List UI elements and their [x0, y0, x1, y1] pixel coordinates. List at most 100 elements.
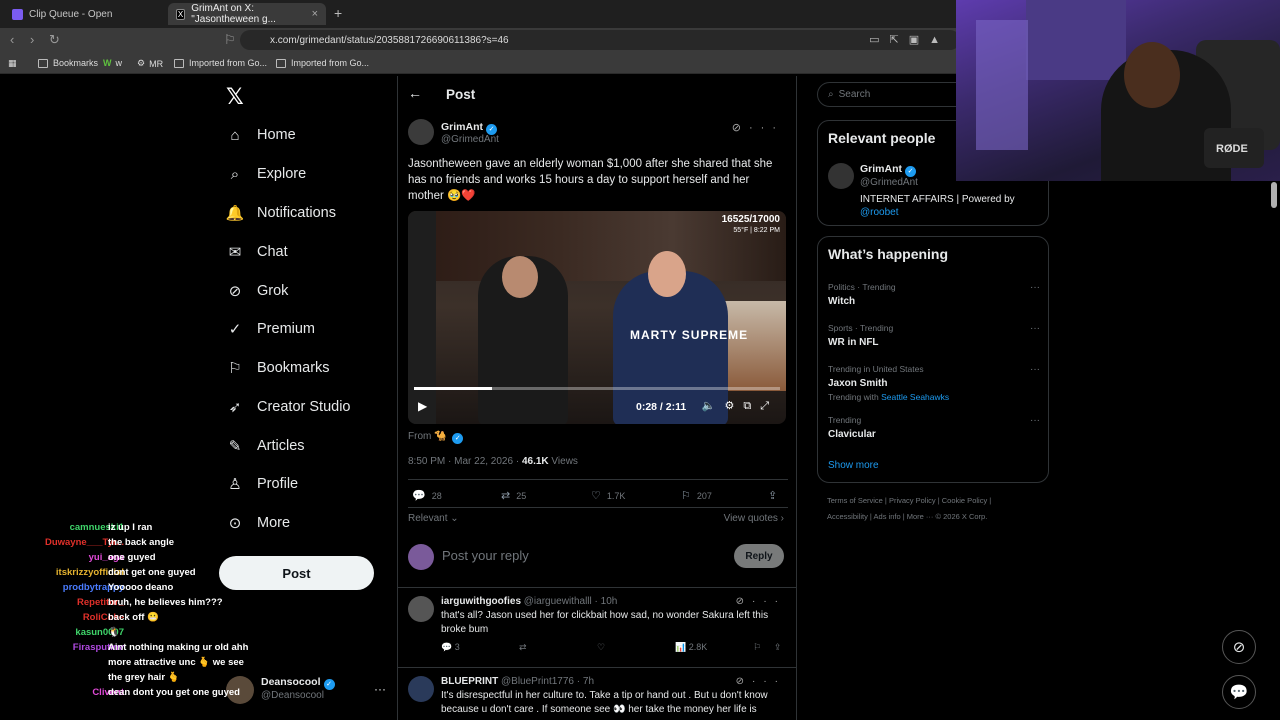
footer-links[interactable]: Terms of Service | Privacy Policy | Cook…: [827, 493, 1057, 509]
more-options-icon[interactable]: ···: [1030, 282, 1040, 293]
back-arrow-icon[interactable]: ‹: [10, 32, 14, 47]
clip-queue-favicon-icon: [12, 8, 23, 20]
more-options-icon[interactable]: ···: [374, 682, 386, 696]
person-name[interactable]: GrimAnt ✓: [860, 163, 916, 177]
trend-item[interactable]: Trending in United States Jaxon Smith Tren…: [828, 364, 1040, 402]
chat-text: dont get one guyed: [108, 567, 196, 578]
post-header: ← Post: [398, 76, 796, 112]
rocket-icon: ➶: [228, 399, 242, 416]
like-stat[interactable]: ♡ 1.7K: [591, 489, 625, 502]
share-icon[interactable]: ⇪: [774, 642, 782, 653]
avatar[interactable]: [828, 163, 854, 189]
reply-text: It's disrespectful in her culture to. Ta…: [441, 690, 768, 715]
reply-actions-icons[interactable]: ⊘···: [736, 676, 786, 687]
reply-item[interactable]: iarguwithgoofies @iarguewithalll · 10h ⊘…: [398, 588, 796, 668]
trend-item[interactable]: Politics · Trending Witch ···: [828, 282, 1040, 307]
bookmark-item[interactable]: ⚙ MR: [137, 58, 163, 69]
bookmark-folder[interactable]: Imported from Go...: [174, 58, 267, 68]
bio-link[interactable]: @roobet: [860, 207, 899, 218]
chat-message: RoliCoke back off 😬: [0, 612, 260, 626]
sort-replies-dropdown[interactable]: Relevant ⌄: [408, 513, 459, 524]
bookmark-folder[interactable]: Imported from Go...: [276, 58, 369, 68]
bookmark-page-icon[interactable]: ⚐: [224, 32, 236, 48]
trend-with-link[interactable]: Seattle Seahawks: [881, 392, 949, 402]
chat-fab-icon[interactable]: 💬: [1222, 675, 1256, 709]
trend-item[interactable]: Trending Clavicular ···: [828, 415, 1040, 440]
chat-message: Clivent dean dont you get one guyed: [0, 687, 260, 701]
reply-input[interactable]: Post your reply: [442, 548, 529, 563]
chat-text: Aint nothing making ur old ahh: [108, 642, 249, 653]
avatar[interactable]: [408, 596, 434, 622]
nav-item-grok[interactable]: ⊘ Grok: [226, 279, 289, 303]
account-name: Deansocool ✓: [261, 676, 335, 690]
grok-fab-icon[interactable]: ⊘: [1222, 630, 1256, 664]
reply-author[interactable]: iarguwithgoofies @iarguewithalll · 10h: [441, 596, 617, 607]
video-player[interactable]: MARTY SUPREME 16525/17000 55°F | 8:22 PM…: [408, 211, 786, 424]
nav-item-articles[interactable]: ✎ Articles: [226, 434, 305, 458]
nav-item-notifications[interactable]: 🔔 Notifications: [226, 201, 336, 225]
post-actions-icons[interactable]: ⊘···: [732, 121, 784, 134]
scrollbar[interactable]: [1271, 182, 1277, 208]
person-handle[interactable]: @GrimedAnt: [860, 177, 918, 188]
bookmark-stat[interactable]: ⚐ 207: [681, 489, 712, 502]
chat-message: the grey hair 🫰: [0, 672, 260, 686]
apps-grid-icon[interactable]: ▦: [8, 58, 17, 69]
author-handle[interactable]: @GrimedAnt: [441, 134, 499, 145]
nav-item-label: Home: [257, 127, 296, 143]
more-options-icon[interactable]: ···: [1030, 364, 1040, 375]
author-avatar[interactable]: [408, 119, 434, 145]
tab-grimant-post[interactable]: X GrimAnt on X: "Jasontheween g... ×: [168, 3, 326, 25]
reply-author[interactable]: BLUEPRINT @BluePrint1776 · 7h: [441, 676, 594, 687]
play-icon[interactable]: ▶: [418, 399, 427, 413]
nav-item-bookmarks[interactable]: ⚐ Bookmarks: [226, 356, 329, 380]
x-logo-icon[interactable]: 𝕏: [226, 84, 244, 110]
address-bar[interactable]: x.com/grimedant/status/20358817266906113…: [240, 30, 960, 50]
nav-item-chat[interactable]: ✉ Chat: [226, 240, 288, 264]
video-counter: 16525/17000: [721, 214, 780, 225]
avatar[interactable]: [408, 676, 434, 702]
video-progress-bar[interactable]: [414, 387, 780, 390]
reply-button[interactable]: Reply: [734, 544, 784, 568]
repost-icon[interactable]: ⇄: [519, 642, 527, 653]
bookmark-item[interactable]: Bookmarks: [38, 58, 98, 68]
reload-icon[interactable]: ↻: [49, 32, 60, 48]
tab-clip-queue[interactable]: Clip Queue - Open: [4, 3, 164, 25]
nav-item-label: Profile: [257, 476, 299, 492]
footer-links[interactable]: Accessibility | Ads info | More ··· © 20…: [827, 509, 1057, 525]
toolbar-icons[interactable]: ▭⇱▣▲: [869, 33, 950, 46]
nav-item-creator-studio[interactable]: ➶ Creator Studio: [226, 395, 351, 419]
trend-item[interactable]: Sports · Trending WR in NFL ···: [828, 323, 1040, 348]
nav-item-profile[interactable]: ♙ Profile: [226, 472, 298, 496]
share-icon[interactable]: ⇪: [768, 489, 783, 502]
reply-stat[interactable]: 💬 3: [441, 642, 460, 653]
reply-stat[interactable]: 💬 28: [412, 489, 442, 502]
whats-happening-card: What’s happening Politics · Trending Witc…: [817, 236, 1049, 483]
chat-message: more attractive unc 🫰 we see: [0, 657, 260, 671]
nav-item-explore[interactable]: ⌕ Explore: [226, 162, 306, 186]
close-tab-icon[interactable]: ×: [312, 8, 318, 20]
divider: [408, 479, 788, 480]
back-arrow-icon[interactable]: ←: [408, 85, 422, 101]
nav-item-label: Notifications: [257, 205, 336, 221]
bookmark-icon[interactable]: ⚐: [753, 642, 761, 653]
bookmark-icon: ⚐: [228, 360, 242, 377]
post-meta: 8:50 PM · Mar 22, 2026 · 46.1K Views: [408, 456, 578, 467]
heart-icon[interactable]: ♡: [597, 642, 605, 653]
more-options-icon[interactable]: ···: [1030, 415, 1040, 426]
nav-item-premium[interactable]: ✓ Premium: [226, 317, 315, 341]
show-more-link[interactable]: Show more: [828, 460, 879, 471]
video-control-icons[interactable]: 🔈⚙⧉⤢: [702, 399, 778, 413]
cam-person-head: [1124, 42, 1180, 108]
bookmark-item[interactable]: Ww: [103, 58, 122, 68]
reply-actions-icons[interactable]: ⊘···: [736, 596, 786, 607]
nav-item-home[interactable]: ⌂ Home: [226, 123, 296, 147]
w-logo-icon: W: [103, 58, 112, 68]
forward-arrow-icon[interactable]: ›: [30, 32, 34, 47]
views-stat[interactable]: 📊 2.8K: [675, 642, 707, 653]
repost-stat[interactable]: ⇄ 25: [501, 489, 526, 502]
view-quotes-link[interactable]: View quotes ›: [724, 513, 784, 524]
more-options-icon[interactable]: ···: [1030, 323, 1040, 334]
new-tab-button[interactable]: +: [334, 5, 342, 21]
author-name[interactable]: GrimAnt ✓: [441, 121, 497, 135]
reply-item[interactable]: BLUEPRINT @BluePrint1776 · 7h ⊘··· It's …: [398, 668, 796, 720]
